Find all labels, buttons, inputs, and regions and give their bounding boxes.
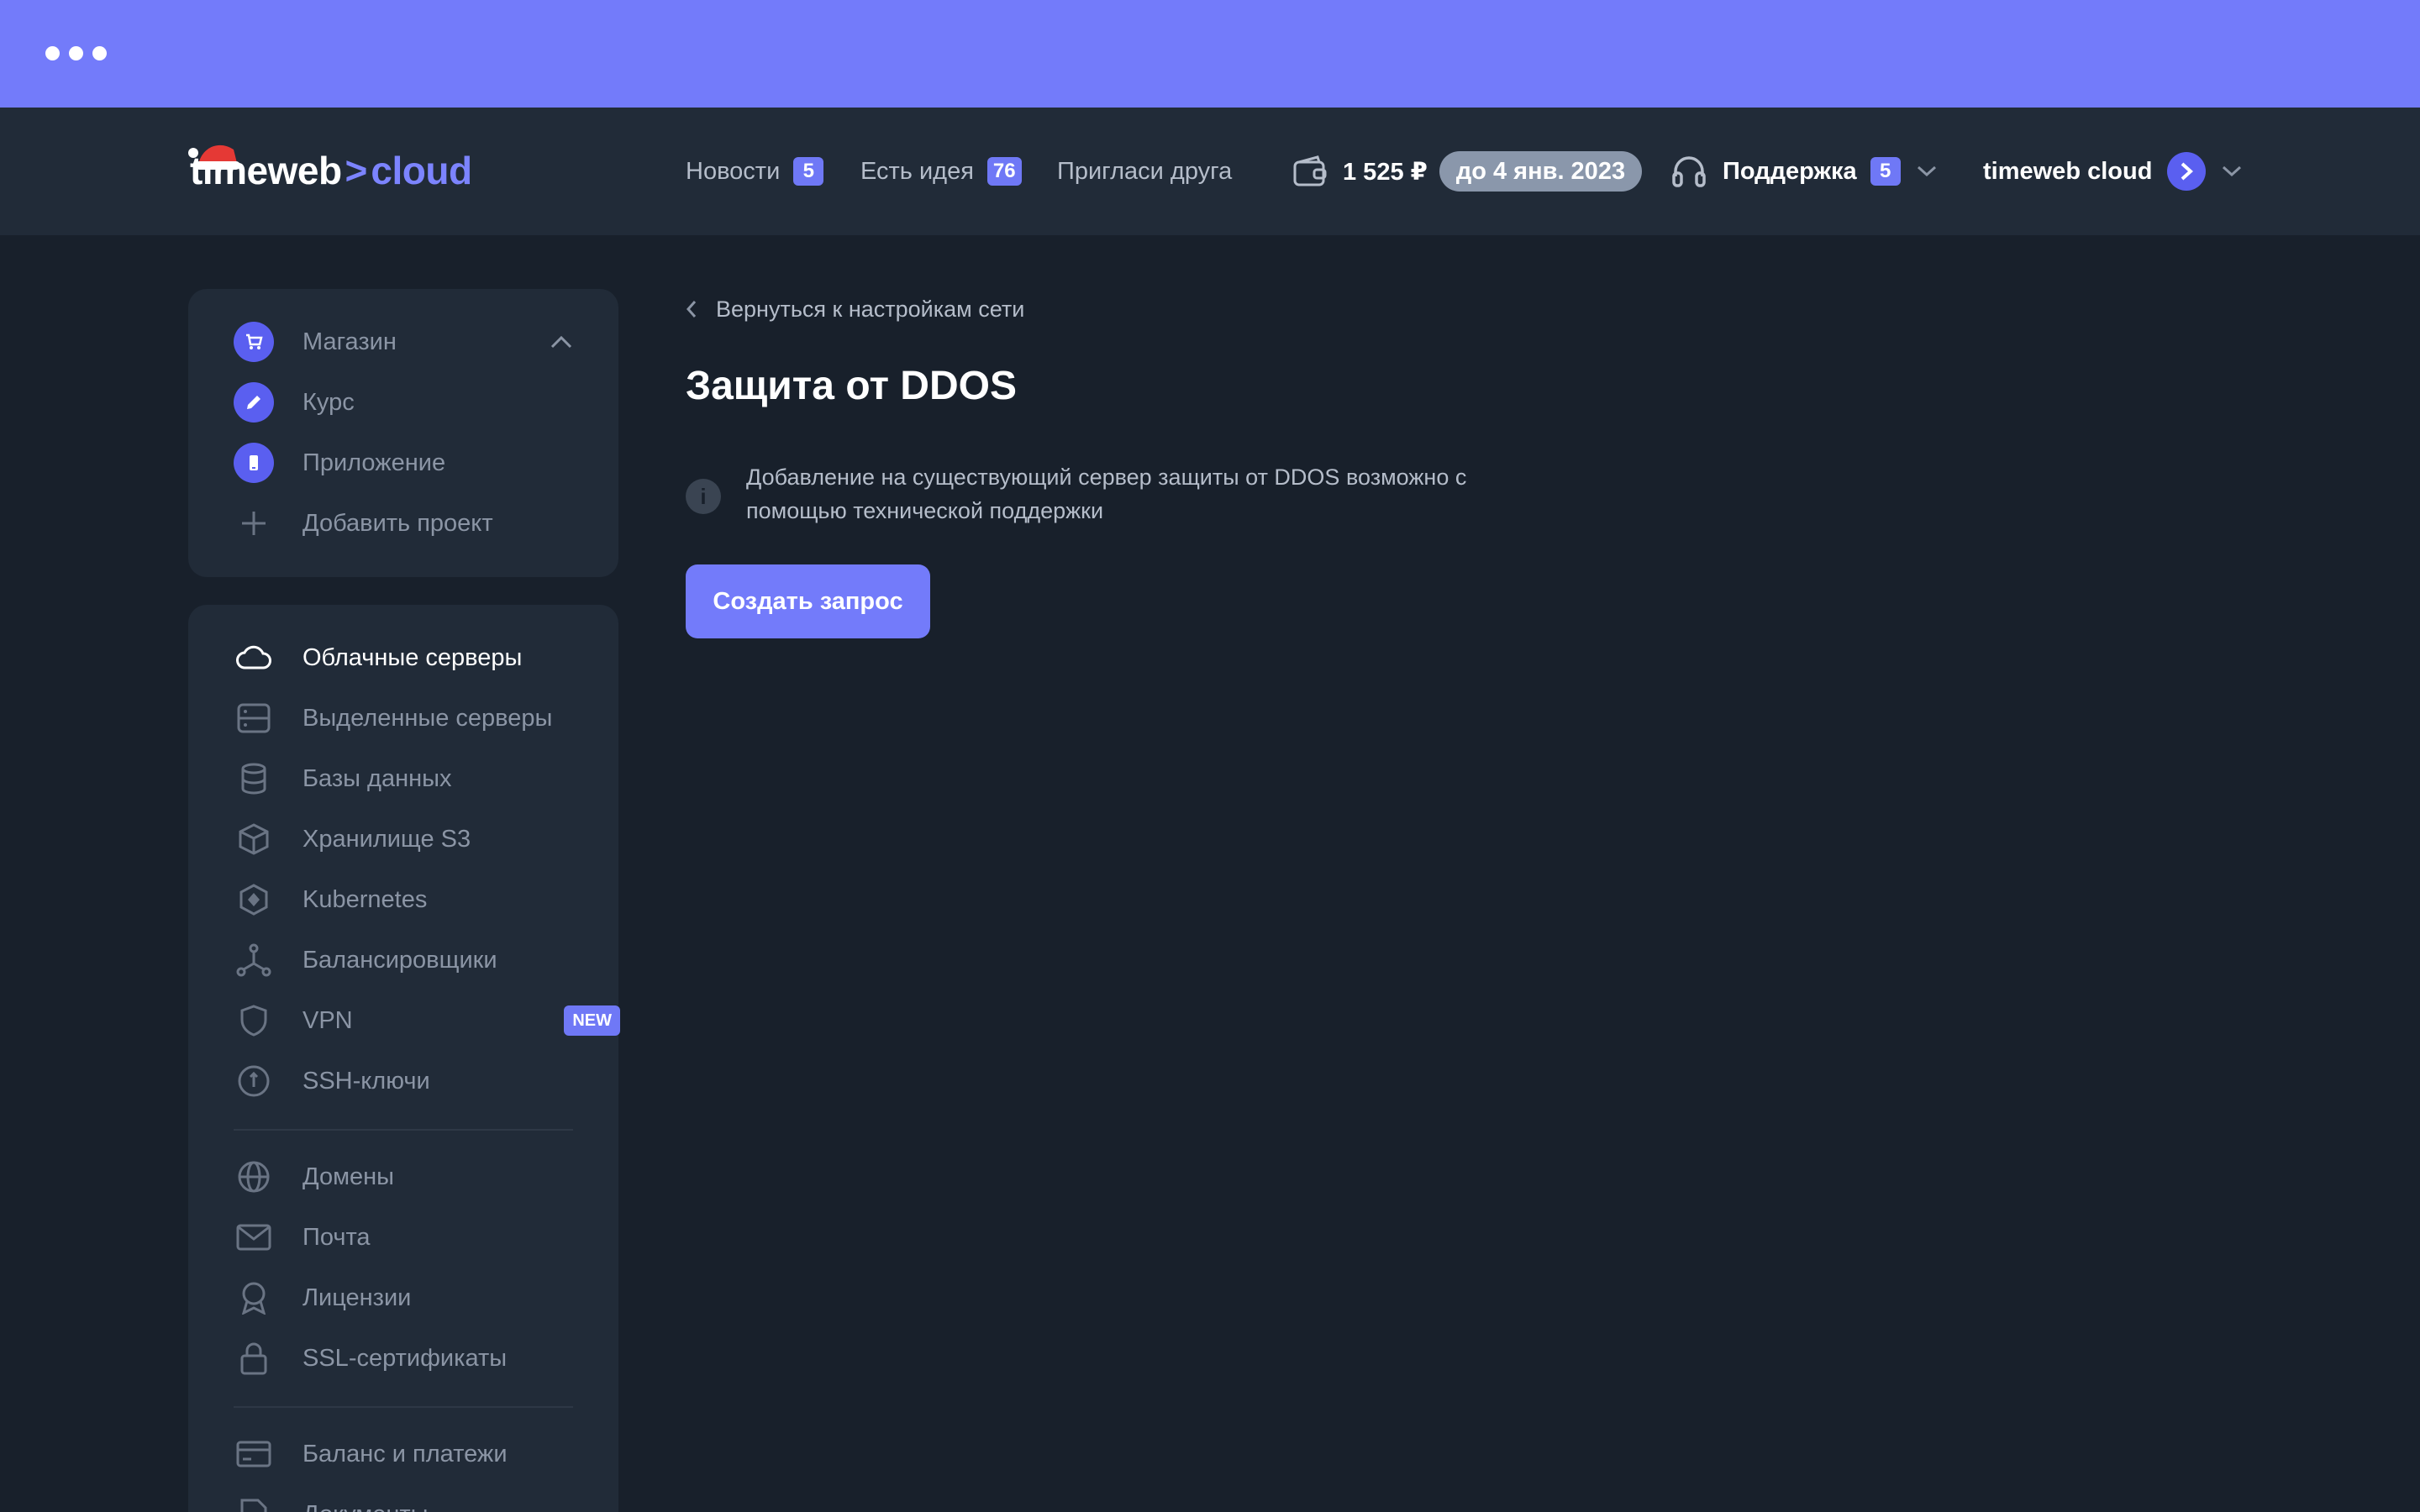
- support-menu[interactable]: Поддержка 5: [1670, 148, 1938, 195]
- sidebar-divider: [234, 1129, 573, 1131]
- document-icon: [234, 1494, 274, 1512]
- sidebar-item-label: VPN: [302, 1006, 353, 1034]
- balancer-icon: [234, 940, 274, 980]
- balance-widget[interactable]: 1 525 ₽ до 4 янв. 2023: [1292, 148, 1643, 195]
- sidebar-item-s3-storage[interactable]: Хранилище S3: [234, 816, 587, 862]
- sidebar-item-label: Балансировщики: [302, 946, 497, 974]
- services-card: Облачные серверы Выделенные серверы Базы…: [188, 605, 620, 1512]
- window-menu-dots[interactable]: [45, 46, 107, 60]
- sidebar-item-balancers[interactable]: Балансировщики: [234, 937, 587, 983]
- sidebar-item-mail[interactable]: Почта: [234, 1215, 587, 1260]
- projects-card: Магазин Курс Приложение Добавить проект: [188, 289, 618, 577]
- info-notice: i Добавление на существующий сервер защи…: [686, 460, 1502, 528]
- sidebar-item-label: Базы данных: [302, 764, 452, 792]
- sidebar-item-domains[interactable]: Домены: [234, 1154, 587, 1200]
- project-label: Магазин: [302, 328, 397, 355]
- support-label: Поддержка: [1723, 157, 1857, 185]
- dot-icon: [45, 46, 60, 60]
- add-project-button[interactable]: Добавить проект: [234, 501, 587, 546]
- sidebar-item-documents[interactable]: Документы: [234, 1492, 587, 1512]
- globe-icon: [234, 1157, 274, 1197]
- project-item-app[interactable]: Приложение: [234, 440, 587, 486]
- sidebar-item-balance[interactable]: Баланс и платежи: [234, 1431, 587, 1477]
- sidebar-item-label: Почта: [302, 1223, 371, 1251]
- project-item-course[interactable]: Курс: [234, 380, 587, 425]
- sidebar-item-label: Выделенные серверы: [302, 704, 553, 732]
- santa-hat-icon: [188, 144, 240, 170]
- sidebar-item-label: Хранилище S3: [302, 825, 471, 853]
- sidebar-item-label: Kubernetes: [302, 885, 428, 913]
- sidebar-item-label: Лицензии: [302, 1284, 412, 1311]
- chevron-left-icon: [686, 301, 697, 318]
- sidebar-item-label: Документы: [302, 1501, 429, 1512]
- project-label: Курс: [302, 388, 355, 416]
- window-title-bar: [0, 0, 2420, 108]
- cloud-icon: [234, 638, 274, 678]
- paid-until-badge: до 4 янв. 2023: [1439, 151, 1643, 192]
- sidebar-item-licenses[interactable]: Лицензии: [234, 1275, 587, 1320]
- sidebar-item-label: SSL-сертификаты: [302, 1344, 508, 1372]
- sidebar-item-ssh-keys[interactable]: SSH-ключи: [234, 1058, 587, 1104]
- create-request-button[interactable]: Создать запрос: [686, 564, 930, 638]
- key-icon: [234, 1061, 274, 1101]
- sidebar-item-ssl[interactable]: SSL-сертификаты: [234, 1336, 587, 1381]
- card-icon: [234, 1434, 274, 1474]
- account-avatar: [2167, 152, 2207, 191]
- sidebar-divider: [234, 1406, 573, 1408]
- new-badge: NEW: [564, 1005, 620, 1036]
- nav-invite[interactable]: Пригласи друга: [1057, 148, 1232, 195]
- back-link-label: Вернуться к настройкам сети: [716, 296, 1025, 322]
- news-count-badge: 5: [793, 157, 824, 186]
- mail-icon: [234, 1217, 274, 1257]
- lock-icon: [234, 1338, 274, 1378]
- back-to-network-settings-link[interactable]: Вернуться к настройкам сети: [686, 292, 1024, 326]
- sidebar-item-vpn[interactable]: VPN NEW: [234, 998, 620, 1043]
- support-count-badge: 5: [1870, 157, 1901, 186]
- logo-arrow: >: [345, 149, 368, 192]
- shield-icon: [234, 1000, 274, 1041]
- nav-news[interactable]: Новости 5: [686, 148, 824, 195]
- dot-icon: [69, 46, 83, 60]
- sidebar-item-cloud-servers[interactable]: Облачные серверы: [234, 635, 587, 680]
- sidebar-item-dedicated-servers[interactable]: Выделенные серверы: [234, 696, 587, 741]
- logo-word-cloud: cloud: [371, 149, 472, 192]
- headset-icon: [1672, 156, 1706, 187]
- phone-icon: [234, 443, 274, 483]
- wallet-icon: [1293, 155, 1327, 186]
- app-header: timeweb > cloud Новости 5 Есть идея 76 П…: [0, 108, 2420, 235]
- dot-icon: [92, 46, 107, 60]
- kubernetes-icon: [234, 879, 274, 920]
- sidebar-item-label: SSH-ключи: [302, 1067, 430, 1095]
- info-text: Добавление на существующий сервер защиты…: [746, 465, 1467, 523]
- cube-icon: [234, 819, 274, 859]
- cart-icon: [234, 322, 274, 362]
- award-icon: [234, 1278, 274, 1318]
- chevron-down-icon: [2223, 165, 2242, 177]
- sidebar-item-label: Домены: [302, 1163, 395, 1190]
- chevron-down-icon: [1917, 165, 1936, 177]
- sidebar-item-label: Баланс и платежи: [302, 1440, 508, 1467]
- project-item-shop[interactable]: Магазин: [234, 319, 587, 365]
- project-label: Приложение: [302, 449, 446, 476]
- nav-news-label: Новости: [686, 157, 781, 185]
- idea-count-badge: 76: [986, 157, 1022, 186]
- sidebar-item-databases[interactable]: Базы данных: [234, 756, 587, 801]
- account-name: timeweb cloud: [1983, 157, 2153, 185]
- chevron-right-icon: [2181, 162, 2194, 181]
- project-label: Добавить проект: [302, 509, 493, 537]
- page-title: Защита от DDOS: [686, 364, 1017, 408]
- nav-idea[interactable]: Есть идея 76: [860, 148, 1022, 195]
- info-icon: i: [686, 479, 721, 514]
- nav-idea-label: Есть идея: [860, 157, 974, 185]
- database-icon: [234, 759, 274, 799]
- pencil-icon: [234, 382, 274, 423]
- plus-icon: [234, 503, 274, 543]
- sidebar-item-kubernetes[interactable]: Kubernetes: [234, 877, 587, 922]
- sidebar-item-label: Облачные серверы: [302, 643, 523, 671]
- server-icon: [234, 698, 274, 738]
- nav-invite-label: Пригласи друга: [1057, 157, 1233, 185]
- account-menu[interactable]: timeweb cloud: [1983, 148, 2243, 195]
- balance-amount: 1 525 ₽: [1343, 158, 1428, 186]
